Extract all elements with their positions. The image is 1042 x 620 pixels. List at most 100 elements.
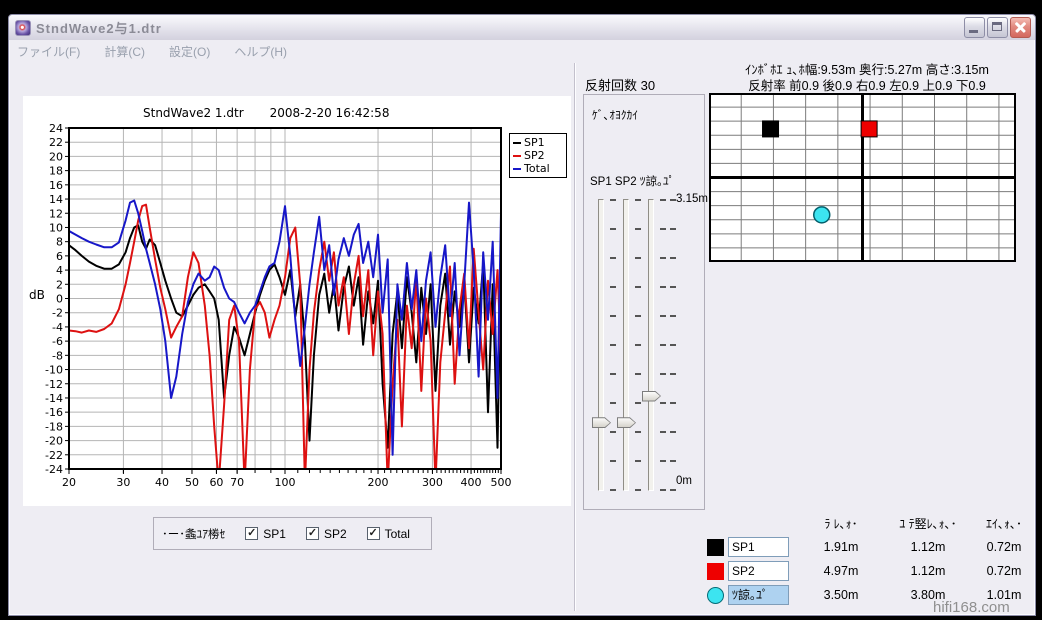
svg-text:-24: -24 xyxy=(45,463,63,476)
slider-track-sp2-height[interactable] xyxy=(623,199,629,491)
svg-text:40: 40 xyxy=(155,476,169,489)
svg-text:-6: -6 xyxy=(52,335,63,348)
checkbox-label: Total xyxy=(385,527,410,541)
svg-text:4: 4 xyxy=(56,264,63,277)
minimize-button[interactable] xyxy=(964,17,985,38)
slider-scale-ticks xyxy=(670,199,676,491)
slider-group-label: ｹﾞ､ｵﾖｸｶｲ xyxy=(592,107,638,123)
menu-item-0[interactable]: ファイル(F) xyxy=(17,43,80,60)
checkbox-label: SP2 xyxy=(324,527,347,541)
menu-item-2[interactable]: 設定(O) xyxy=(169,43,210,60)
svg-text:400: 400 xyxy=(461,476,482,489)
svg-text:60: 60 xyxy=(209,476,223,489)
menu-item-1[interactable]: 計算(C) xyxy=(104,43,145,60)
svg-text:-18: -18 xyxy=(45,420,63,433)
svg-text:-16: -16 xyxy=(45,406,63,419)
checkbox-item-sp1[interactable]: ✓SP1 xyxy=(245,527,286,541)
checkbox-item-sp2[interactable]: ✓ SP2 xyxy=(306,527,347,541)
legend-item-sp2: SP2 xyxy=(513,149,563,162)
table-row-source-0: SP1 xyxy=(707,537,797,557)
slider-track-sp1-height[interactable] xyxy=(598,199,604,491)
table-header-0: ﾗ ﾚ､ｫ･ xyxy=(797,515,885,532)
table-row-source-2: ﾂ諒｡ﾕﾟ xyxy=(707,585,797,605)
svg-text:8: 8 xyxy=(56,236,63,249)
slider-min-label: 0m xyxy=(676,475,692,487)
svg-text:-4: -4 xyxy=(52,321,63,334)
svg-text:20: 20 xyxy=(62,476,76,489)
app-swirl-icon xyxy=(15,20,31,36)
red-square-icon xyxy=(707,563,724,580)
svg-text:70: 70 xyxy=(230,476,244,489)
series-toggle-strip: ･ー･螽ﾕｱ椦ｾ ✓SP1✓SP2✓Total xyxy=(153,517,432,550)
slider-thumb-sp1-height[interactable] xyxy=(592,417,611,428)
legend-label: Total xyxy=(524,162,550,175)
legend-item-sp1: SP1 xyxy=(513,136,563,149)
chart-legend: SP1SP2Total xyxy=(509,133,567,178)
slider-columns-label: SP1 SP2 ﾂ諒｡ﾕﾟ xyxy=(590,173,674,189)
titlebar[interactable]: StndWave2与1.dtr xyxy=(9,15,1035,40)
maximize-button[interactable] xyxy=(987,17,1008,38)
legend-color-dash xyxy=(513,142,521,144)
vertical-divider xyxy=(574,63,576,611)
frequency-response-chart: 2030405060701002003004005002422201816141… xyxy=(23,96,571,506)
svg-text:6: 6 xyxy=(56,250,63,263)
svg-text:18: 18 xyxy=(49,165,63,178)
reflection-count-label: 反射回数 30 xyxy=(585,75,655,94)
window-title: StndWave2与1.dtr xyxy=(36,18,962,37)
legend-item-total: Total xyxy=(513,162,563,175)
svg-text:200: 200 xyxy=(368,476,389,489)
svg-text:300: 300 xyxy=(422,476,443,489)
source-name-field-1[interactable]: SP2 xyxy=(728,561,789,581)
svg-text:20: 20 xyxy=(49,150,63,163)
slider-max-label: 3.15m xyxy=(676,193,708,205)
chart-title-datetime: 2008-2-20 16:42:58 xyxy=(270,106,390,120)
table-value-r0-c2: 0.72m xyxy=(971,540,1037,554)
slider-thumb-mic-height[interactable] xyxy=(642,391,661,402)
slider-track-mic-height[interactable] xyxy=(648,199,654,491)
menu-item-3[interactable]: ヘルプ(H) xyxy=(234,43,287,60)
chart-axes: 2030405060701002003004005002422201816141… xyxy=(45,122,511,489)
room-plan-diagram xyxy=(709,93,1016,262)
desktop: { "window": { "title": "StndWave2与1.dtr"… xyxy=(0,0,1042,620)
svg-text:-14: -14 xyxy=(45,392,63,405)
svg-text:100: 100 xyxy=(275,476,296,489)
cyan-circle-icon xyxy=(707,587,724,604)
table-value-r1-c2: 0.72m xyxy=(971,564,1037,578)
close-button[interactable] xyxy=(1010,17,1031,38)
svg-text:24: 24 xyxy=(49,122,63,135)
chart-title-filename: StndWave2 1.dtr xyxy=(143,106,244,120)
svg-text:10: 10 xyxy=(49,221,63,234)
checkbox-item-total[interactable]: ✓ Total xyxy=(367,527,410,541)
svg-text:-8: -8 xyxy=(52,349,63,362)
watermark: hifi168.com xyxy=(933,599,1010,616)
svg-text:14: 14 xyxy=(49,193,63,206)
slider-thumb-sp2-height[interactable] xyxy=(617,417,636,428)
height-slider-panel: ｹﾞ､ｵﾖｸｶｲ SP1 SP2 ﾂ諒｡ﾕﾟ 3.15m 0m xyxy=(583,94,705,510)
chart-gridlines xyxy=(69,128,501,469)
minimize-icon xyxy=(969,30,978,33)
svg-text:-22: -22 xyxy=(45,449,63,462)
slider-ticks-sp1-height xyxy=(610,199,616,491)
source-name-field-2[interactable]: ﾂ諒｡ﾕﾟ xyxy=(728,585,789,605)
table-value-r1-c1: 1.12m xyxy=(885,564,971,578)
chart-title: StndWave2 1.dtr 2008-2-20 16:42:58 xyxy=(143,106,389,120)
svg-text:50: 50 xyxy=(185,476,199,489)
checkbox-sp1[interactable]: ✓ xyxy=(245,527,258,540)
room-marker-sp1[interactable] xyxy=(763,121,779,137)
legend-label: SP2 xyxy=(524,149,545,162)
maximize-icon xyxy=(992,22,1002,31)
svg-text:12: 12 xyxy=(49,207,63,220)
source-name-field-0[interactable]: SP1 xyxy=(728,537,789,557)
svg-text:2: 2 xyxy=(56,278,63,291)
svg-text:22: 22 xyxy=(49,136,63,149)
checkbox-sp2[interactable]: ✓ xyxy=(306,527,319,540)
slider-ticks-mic-height xyxy=(660,199,666,491)
reflection-coeff-label: 反射率 前0.9 後0.9 右0.9 左0.9 上0.9 下0.9 xyxy=(709,75,1025,94)
table-header-2: ｴｲ､ｫ､･ xyxy=(971,515,1037,532)
checkbox-total[interactable]: ✓ xyxy=(367,527,380,540)
svg-text:-10: -10 xyxy=(45,364,63,377)
svg-text:-12: -12 xyxy=(45,378,63,391)
room-marker-sp2[interactable] xyxy=(861,121,877,137)
svg-text:500: 500 xyxy=(491,476,512,489)
room-marker-mic[interactable] xyxy=(814,207,830,223)
